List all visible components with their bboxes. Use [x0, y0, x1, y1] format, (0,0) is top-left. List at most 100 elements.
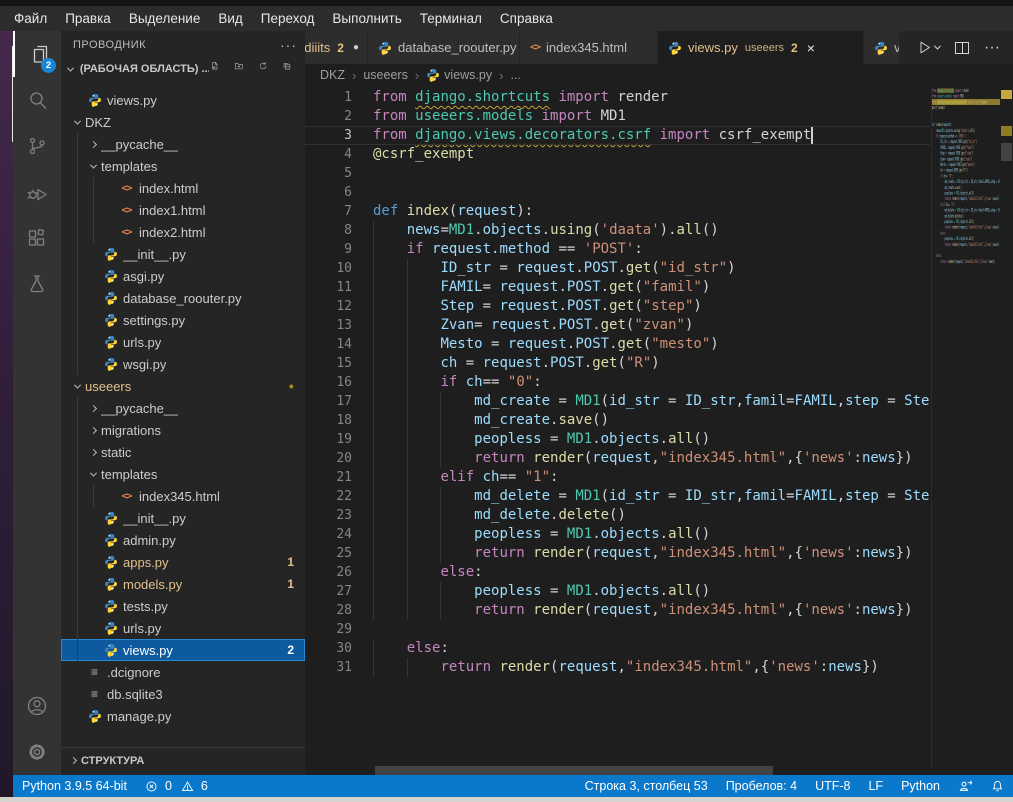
python-icon [104, 313, 118, 327]
code-line-22: 22 md_delete = MD1(id_str = ID_str,famil… [305, 487, 930, 506]
code-text: md_create.save() [373, 412, 609, 428]
tree-item-models.py[interactable]: models.py1 [61, 573, 305, 595]
tree-indent-guide [77, 485, 78, 507]
breadcrumb-item-...[interactable]: ... [510, 68, 520, 82]
close-icon[interactable]: × [807, 40, 815, 56]
collapse-all-icon[interactable] [281, 60, 299, 78]
tree-item-manage.py[interactable]: manage.py [61, 705, 305, 727]
tree-item-wsgi.py[interactable]: wsgi.py [61, 353, 305, 375]
tree-item-__init__.py[interactable]: __init__.py [61, 243, 305, 265]
tree-indent-guide [93, 177, 94, 199]
indent-guide [407, 335, 408, 354]
activity-account[interactable] [13, 683, 61, 729]
activity-run-debug[interactable] [13, 169, 61, 215]
tab-database_roouter.py[interactable]: database_roouter.py [368, 31, 520, 64]
breadcrumb-item-views.py[interactable]: views.py [426, 68, 492, 82]
code-text: return render(request,"index345.html",{'… [373, 659, 879, 675]
tree-item-index2.html[interactable]: <>index2.html [61, 221, 305, 243]
tab-file-icon [874, 41, 888, 55]
code-editor[interactable]: 1from django.shortcuts import render2fro… [305, 86, 930, 775]
menu-item[interactable]: Выполнить [323, 6, 410, 31]
status-notifications[interactable] [982, 775, 1013, 797]
line-number: 9 [305, 240, 373, 259]
line-number: 16 [305, 373, 373, 392]
indent-guide [440, 601, 441, 620]
status-encoding[interactable]: UTF-8 [806, 775, 859, 797]
tree-item-asgi.py[interactable]: asgi.py [61, 265, 305, 287]
menu-item[interactable]: Файл [5, 6, 56, 31]
status-python-version[interactable]: Python 3.9.5 64-bit [13, 775, 136, 797]
menu-item[interactable]: Выделение [120, 6, 210, 31]
explorer-more-actions-icon[interactable]: ··· [280, 37, 297, 53]
status-language[interactable]: Python [892, 775, 949, 797]
file-icon [101, 269, 120, 283]
file-icon [101, 621, 120, 635]
line-number: 6 [305, 183, 373, 202]
tree-item-__pycache__[interactable]: __pycache__ [61, 397, 305, 419]
activity-search[interactable] [13, 77, 61, 123]
tree-item-templates[interactable]: templates [61, 463, 305, 485]
tree-item-database_roouter.py[interactable]: database_roouter.py [61, 287, 305, 309]
status-feedback[interactable] [949, 775, 982, 797]
menu-item[interactable]: Вид [209, 6, 251, 31]
python-icon [874, 41, 888, 55]
tree-item-urls.py[interactable]: urls.py [61, 331, 305, 353]
tree-item-__init__.py[interactable]: __init__.py [61, 507, 305, 529]
tree-item-static[interactable]: static [61, 441, 305, 463]
menu-item[interactable]: Терминал [411, 6, 491, 31]
tree-item-__pycache__[interactable]: __pycache__ [61, 133, 305, 155]
indent-guide [407, 468, 408, 487]
tree-item-apps.py[interactable]: apps.py1 [61, 551, 305, 573]
workspace-section-header[interactable]: (РАБОЧАЯ ОБЛАСТЬ) ... [61, 58, 305, 80]
more-actions-icon[interactable]: ··· [984, 39, 1000, 57]
activity-settings[interactable] [13, 729, 61, 775]
status-indentation[interactable]: Пробелов: 4 [717, 775, 806, 797]
activity-extensions[interactable] [13, 215, 61, 261]
activity-source-control[interactable] [13, 123, 61, 169]
menu-item[interactable]: Правка [56, 6, 120, 31]
activity-explorer[interactable]: 2 [13, 31, 61, 77]
code-line-13: 13 Zvan= request.POST.get("zvan") [305, 316, 930, 335]
tree-item-admin.py[interactable]: admin.py [61, 529, 305, 551]
status-cursor-position[interactable]: Строка 3, столбец 53 [576, 775, 717, 797]
status-eol[interactable]: LF [859, 775, 892, 797]
outline-section-header[interactable]: СТРУКТУРА [61, 747, 305, 773]
tree-item-DKZ[interactable]: DKZ [61, 111, 305, 133]
tab-index345.html[interactable]: <>index345.html [520, 31, 658, 64]
tree-item-views.py[interactable]: views.py [61, 89, 305, 111]
new-folder-icon[interactable] [233, 60, 251, 78]
tree-item-index1.html[interactable]: <>index1.html [61, 199, 305, 221]
tree-item-.dcignore[interactable]: ≡.dcignore [61, 661, 305, 683]
menu-item[interactable]: Переход [252, 6, 324, 31]
tree-item-settings.py[interactable]: settings.py [61, 309, 305, 331]
menu-item[interactable]: Справка [491, 6, 562, 31]
run-button[interactable] [916, 39, 940, 56]
tree-item-db.sqlite3[interactable]: ≡db.sqlite3 [61, 683, 305, 705]
tree-item-views.py[interactable]: views.py2 [61, 639, 305, 661]
line-number: 13 [305, 316, 373, 335]
tree-item-migrations[interactable]: migrations [61, 419, 305, 441]
tree-item-index345.html[interactable]: <>index345.html [61, 485, 305, 507]
tree-indent-guide [77, 529, 78, 551]
breadcrumb-item-useeers[interactable]: useeers [363, 68, 407, 82]
activity-testing[interactable] [13, 261, 61, 307]
indent-guide [373, 601, 374, 620]
tab-diiits[interactable]: diiits2● [305, 31, 368, 64]
tree-item-useeers[interactable]: useeers● [61, 375, 305, 397]
html-icon: <> [121, 491, 131, 502]
tree-item-urls.py[interactable]: urls.py [61, 617, 305, 639]
refresh-icon[interactable] [257, 60, 275, 78]
tree-item-tests.py[interactable]: tests.py [61, 595, 305, 617]
tab-views.py[interactable]: views.pyuseeers2× [658, 31, 864, 64]
status-problems[interactable]: 06 [136, 775, 217, 797]
tree-item-index.html[interactable]: <>index.html [61, 177, 305, 199]
breadcrumb: DKZ›useeers›views.py›... [305, 64, 1013, 86]
dirty-indicator-icon[interactable]: ● [353, 42, 359, 53]
split-editor-icon[interactable] [955, 42, 969, 54]
code-line-1: 1from django.shortcuts import render [305, 88, 930, 107]
minimap[interactable]: from django.shortcuts import renderfrom … [931, 88, 1000, 768]
tab-vie[interactable]: vie [864, 31, 900, 64]
tree-item-templates[interactable]: templates [61, 155, 305, 177]
new-file-icon[interactable] [209, 60, 227, 78]
breadcrumb-item-DKZ[interactable]: DKZ [320, 68, 345, 82]
